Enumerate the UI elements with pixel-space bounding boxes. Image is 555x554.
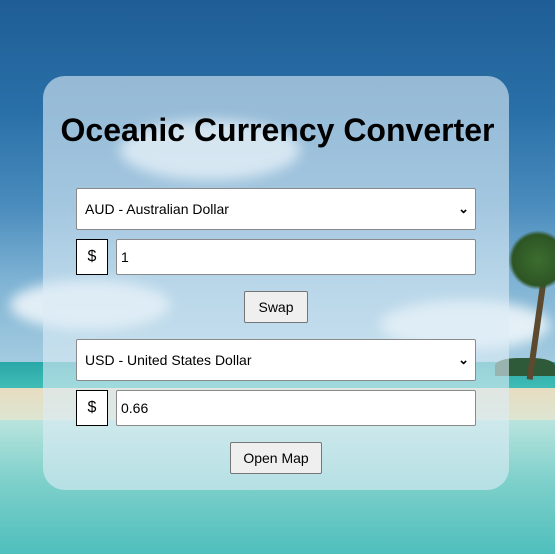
- from-currency-value: AUD - Australian Dollar: [85, 201, 229, 217]
- to-currency-select[interactable]: USD - United States Dollar ⌄: [76, 339, 476, 381]
- to-currency-value: USD - United States Dollar: [85, 352, 252, 368]
- from-amount-input[interactable]: 1: [116, 239, 476, 275]
- open-map-button[interactable]: Open Map: [230, 442, 322, 474]
- to-currency-symbol: $: [76, 390, 108, 426]
- chevron-down-icon: ⌄: [458, 352, 469, 367]
- from-currency-select[interactable]: AUD - Australian Dollar ⌄: [76, 188, 476, 230]
- page-title: Oceanic Currency Converter: [60, 112, 495, 148]
- swap-button[interactable]: Swap: [244, 291, 308, 323]
- to-amount-output[interactable]: 0.66: [116, 390, 476, 426]
- chevron-down-icon: ⌄: [458, 201, 469, 216]
- from-currency-symbol: $: [76, 239, 108, 275]
